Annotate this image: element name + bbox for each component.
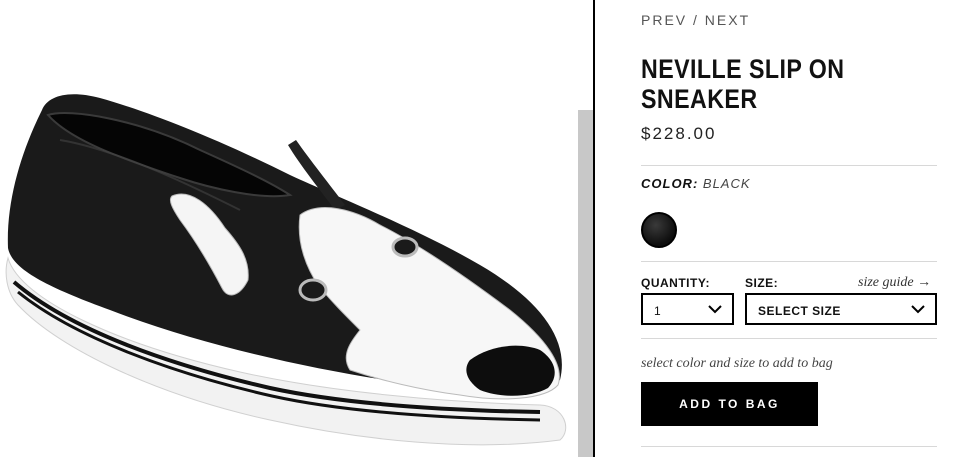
color-label: COLOR: BLACK [641,176,751,191]
prev-link[interactable]: PREV [641,12,687,28]
quantity-value: 1 [654,304,661,318]
divider-line [641,261,937,262]
color-label-text: COLOR: [641,176,699,191]
nav-separator: / [693,12,699,28]
chevron-down-icon [911,305,925,314]
divider-line [641,446,937,447]
scrollbar-thumb[interactable] [578,110,593,457]
product-image [0,0,578,457]
add-to-bag-hint: select color and size to add to bag [641,356,833,371]
divider-line [641,338,937,339]
sneaker-image [5,94,567,446]
next-link[interactable]: NEXT [705,12,750,28]
divider-line [641,165,937,166]
product-price: $228.00 [641,124,717,143]
size-select[interactable]: SELECT SIZE [745,293,937,325]
color-swatch-black[interactable] [641,212,677,248]
size-guide-link[interactable]: size guide → [858,275,931,291]
size-label: SIZE: [745,276,779,290]
color-value: BLACK [702,176,751,191]
add-to-bag-button[interactable]: ADD TO BAG [641,382,818,426]
product-details: PREV / NEXT NEVILLE SLIP ON SNEAKER $228… [641,0,937,457]
panel-divider [593,0,595,457]
chevron-down-icon [708,305,722,314]
prev-next-nav: PREV / NEXT [641,12,750,28]
quantity-label: QUANTITY: [641,276,710,290]
product-title: NEVILLE SLIP ON SNEAKER [641,54,845,114]
quantity-select[interactable]: 1 [641,293,734,325]
size-value: SELECT SIZE [758,304,841,318]
